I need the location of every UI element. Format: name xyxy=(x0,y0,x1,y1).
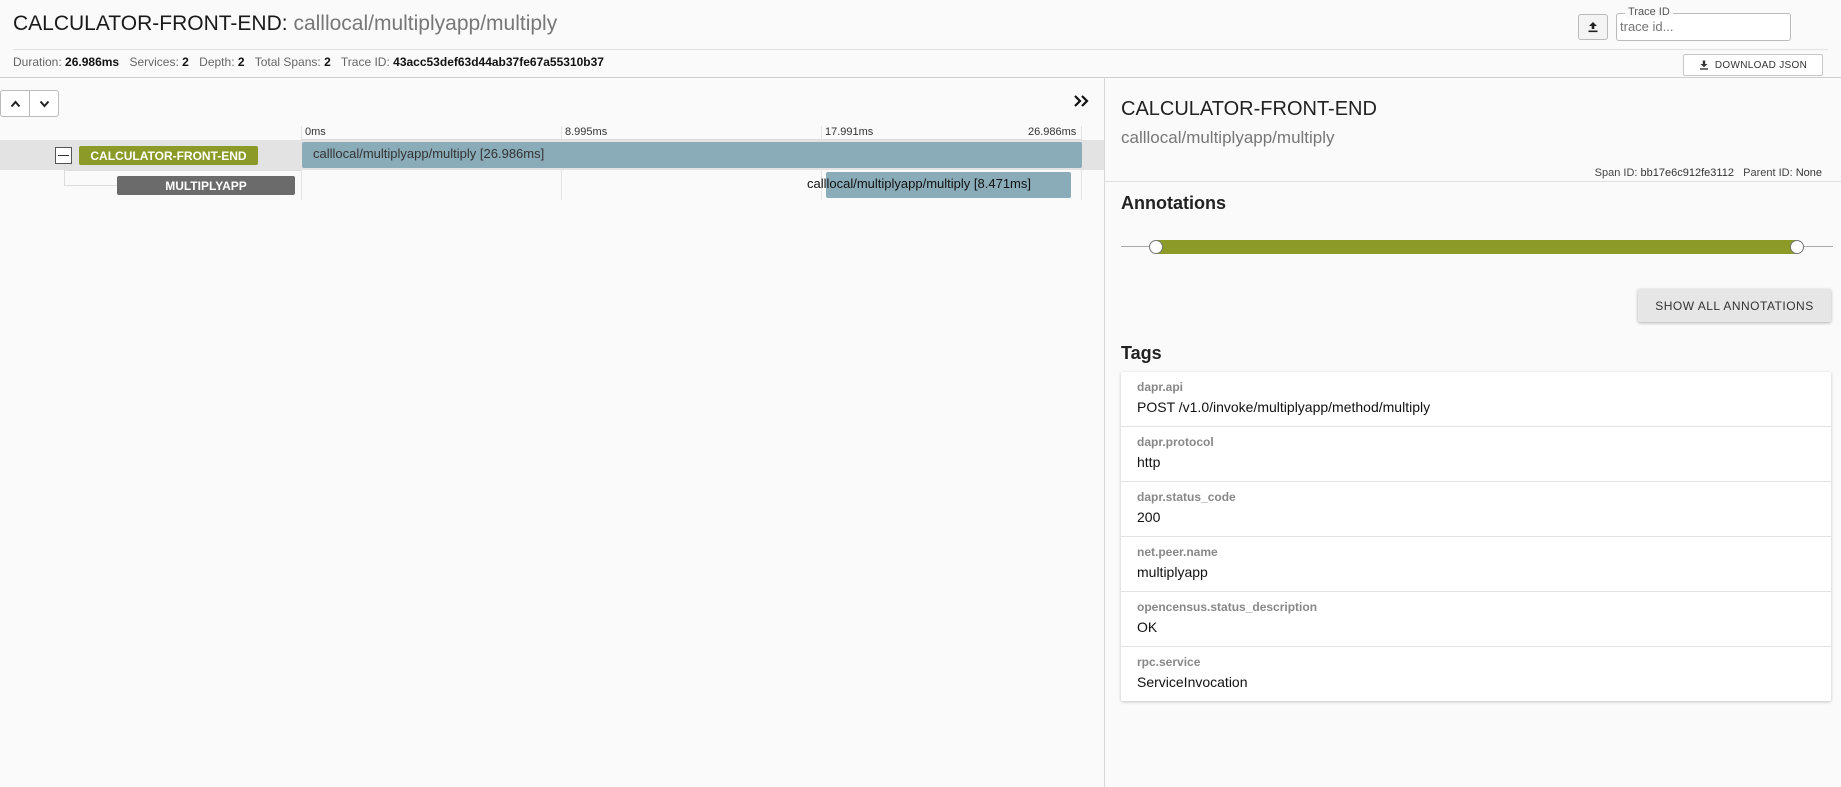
span-id-label: Span ID: xyxy=(1594,167,1638,179)
span-nav xyxy=(0,90,59,117)
collapse-icon[interactable] xyxy=(55,147,72,164)
tag-value: multiplyapp xyxy=(1137,564,1208,580)
parent-id-value: None xyxy=(1795,167,1822,179)
annotations-heading: Annotations xyxy=(1121,193,1226,213)
span-bar-label: calllocal/multiplyapp/multiply [8.471ms] xyxy=(807,176,1031,191)
double-chevron-right-icon[interactable] xyxy=(1072,92,1090,110)
upload-icon xyxy=(1588,22,1598,33)
title-service: CALCULATOR-FRONT-END xyxy=(13,12,282,35)
span-bar-label: calllocal/multiplyapp/multiply [26.986ms… xyxy=(313,146,545,161)
tag-key: dapr.status_code xyxy=(1137,490,1236,504)
span-detail-panel: CALCULATOR-FRONT-END calllocal/multiplya… xyxy=(1105,78,1841,787)
chevron-down-icon xyxy=(39,100,49,108)
axis-label-3: 26.986ms xyxy=(1028,126,1077,138)
tag-value: 200 xyxy=(1137,509,1161,525)
tree-connector xyxy=(64,185,117,186)
total-spans-label: Total Spans: xyxy=(254,55,321,69)
tag-row: rpc.service ServiceInvocation xyxy=(1121,647,1831,701)
show-all-annotations-button[interactable]: SHOW ALL ANNOTATIONS xyxy=(1638,289,1831,322)
title-separator: : xyxy=(281,12,288,35)
trace-id-stat-value: 43acc53def63d44ab37fe67a55310b37 xyxy=(393,55,604,69)
title-span-name: calllocal/multiplyapp/multiply xyxy=(293,12,558,35)
trace-stats: Duration: 26.986ms Services: 2 Depth: 2 … xyxy=(13,55,611,69)
tag-key: opencensus.status_description xyxy=(1137,600,1318,614)
parent-id-label: Parent ID: xyxy=(1743,167,1793,179)
service-label-multiplyapp[interactable]: MULTIPLYAPP xyxy=(117,176,295,195)
axis-label-2: 17.991ms xyxy=(825,126,874,138)
tag-value: ServiceInvocation xyxy=(1137,674,1248,690)
tag-value: http xyxy=(1137,454,1161,470)
span-ids: Span ID: bb17e6c912fe3112 Parent ID: Non… xyxy=(1595,167,1822,179)
depth-value: 2 xyxy=(237,55,245,69)
download-json-button[interactable]: DOWNLOAD JSON xyxy=(1683,54,1823,76)
annotation-marker[interactable] xyxy=(1790,240,1804,254)
duration-label: Duration: xyxy=(13,55,62,69)
chevron-up-icon xyxy=(10,99,20,107)
tags-list: dapr.api POST /v1.0/invoke/multiplyapp/m… xyxy=(1121,372,1831,701)
span-id-value: bb17e6c912fe3112 xyxy=(1640,167,1734,179)
tag-row: dapr.api POST /v1.0/invoke/multiplyapp/m… xyxy=(1121,372,1831,427)
depth-label: Depth: xyxy=(199,55,235,69)
axis-label-1: 8.995ms xyxy=(565,126,608,138)
tag-key: net.peer.name xyxy=(1137,545,1218,559)
download-json-label: DOWNLOAD JSON xyxy=(1714,59,1808,71)
total-spans-value: 2 xyxy=(324,55,331,69)
tag-key: dapr.api xyxy=(1137,380,1184,394)
trace-id-input[interactable] xyxy=(1620,19,1785,34)
tag-value: OK xyxy=(1137,619,1158,635)
tag-key: rpc.service xyxy=(1137,655,1201,669)
detail-span-name: calllocal/multiplyapp/multiply xyxy=(1121,128,1335,147)
annotation-marker[interactable] xyxy=(1149,240,1163,254)
page-title: CALCULATOR-FRONT-END: calllocal/multiply… xyxy=(13,12,557,36)
upload-button[interactable] xyxy=(1578,14,1608,40)
tag-row: opencensus.status_description OK xyxy=(1121,592,1831,647)
services-label: Services: xyxy=(129,55,179,69)
row-divider xyxy=(64,170,301,171)
duration-value: 26.986ms xyxy=(65,55,120,69)
next-span-button[interactable] xyxy=(29,91,58,116)
header-divider xyxy=(13,49,1828,50)
tag-row: dapr.protocol http xyxy=(1121,427,1831,482)
axis-label-0: 0ms xyxy=(305,126,326,138)
tag-value: POST /v1.0/invoke/multiplyapp/method/mul… xyxy=(1137,399,1431,415)
tag-row: dapr.status_code 200 xyxy=(1121,482,1831,537)
trace-header: CALCULATOR-FRONT-END: calllocal/multiply… xyxy=(0,0,1841,78)
tags-heading: Tags xyxy=(1121,343,1162,363)
tag-key: dapr.protocol xyxy=(1137,435,1214,449)
annotation-bar xyxy=(1156,240,1797,254)
trace-id-stat-label: Trace ID: xyxy=(340,55,390,69)
download-icon xyxy=(1699,60,1708,70)
trace-id-legend: Trace ID xyxy=(1625,6,1673,18)
tag-row: net.peer.name multiplyapp xyxy=(1121,537,1831,592)
prev-span-button[interactable] xyxy=(1,91,29,116)
detail-divider xyxy=(1105,181,1841,182)
detail-service-name: CALCULATOR-FRONT-END xyxy=(1121,98,1377,120)
services-value: 2 xyxy=(182,55,189,69)
service-label-front-end[interactable]: CALCULATOR-FRONT-END xyxy=(79,146,258,165)
